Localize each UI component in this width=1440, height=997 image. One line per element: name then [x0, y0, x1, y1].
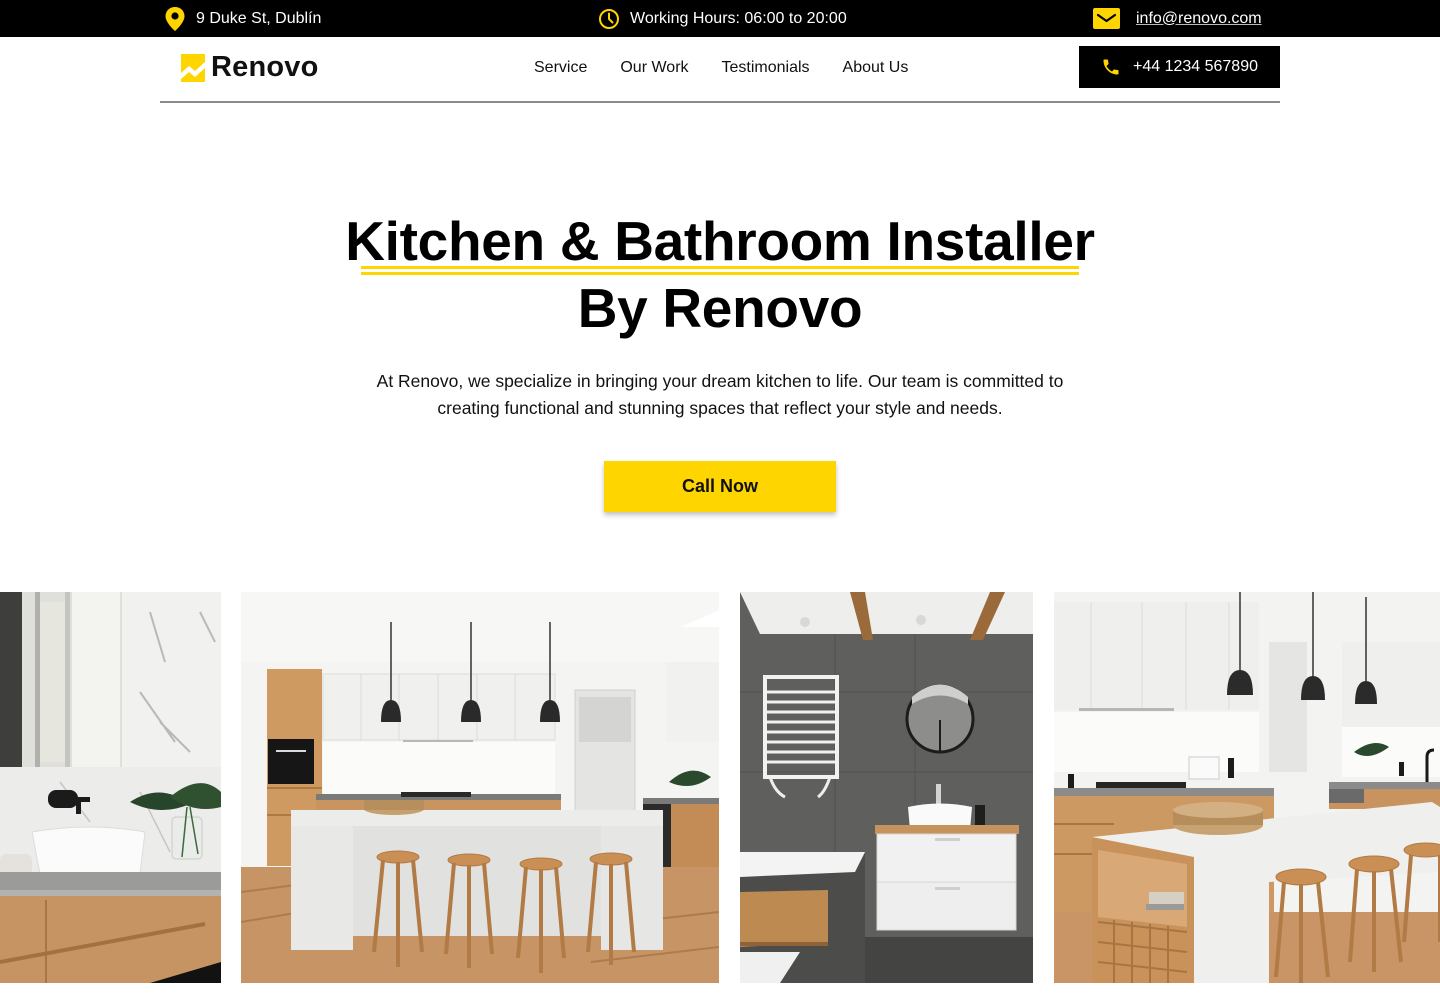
site-header: Renovo Service Our Work Testimonials Abo… [160, 37, 1280, 103]
address-text: 9 Duke St, Dublín [196, 9, 322, 27]
logo-mark-icon [181, 53, 205, 82]
hero-description: At Renovo, we specialize in bringing you… [0, 368, 1440, 422]
phone-button[interactable]: +44 1234 567890 [1079, 46, 1280, 88]
main-nav: Service Our Work Testimonials About Us [534, 37, 908, 99]
hero-description-line1: At Renovo, we specialize in bringing you… [376, 371, 1064, 391]
address-item: 9 Duke St, Dublín [164, 0, 321, 37]
phone-number: +44 1234 567890 [1132, 58, 1258, 75]
nav-item-our-work[interactable]: Our Work [620, 59, 688, 77]
email-link[interactable]: info@renovo.com [1136, 10, 1262, 28]
envelope-icon [1093, 8, 1120, 29]
gallery-image-kitchen-island[interactable] [241, 592, 719, 983]
nav-item-about-us[interactable]: About Us [843, 59, 909, 77]
top-info-bar: 9 Duke St, Dublín Working Hours: 06:00 t… [0, 0, 1440, 37]
nav-item-testimonials[interactable]: Testimonials [722, 59, 810, 77]
logo-text: Renovo [211, 51, 319, 83]
map-pin-icon [164, 6, 186, 32]
email-item: info@renovo.com [1093, 0, 1262, 37]
hours-item: Working Hours: 06:00 to 20:00 [598, 0, 847, 37]
gallery-image-kitchen-wine-rack[interactable] [1054, 592, 1440, 983]
hero-title-line1: Kitchen & Bathroom Installer [345, 210, 1095, 272]
title-underline-decoration [361, 266, 1079, 275]
phone-icon [1101, 57, 1121, 77]
nav-item-service[interactable]: Service [534, 59, 587, 77]
hero-title-line2: By Renovo [577, 277, 863, 339]
hours-text: Working Hours: 06:00 to 20:00 [630, 9, 847, 27]
gallery-image-bathroom-vanity[interactable] [0, 592, 221, 983]
gallery-image-grey-bathroom[interactable] [740, 592, 1033, 983]
hero-description-line2: creating functional and stunning spaces … [437, 398, 1003, 418]
call-now-button[interactable]: Call Now [604, 461, 836, 512]
hero-title: Kitchen & Bathroom Installer By Renovo [0, 208, 1440, 342]
logo[interactable]: Renovo [181, 51, 319, 84]
clock-icon [598, 8, 620, 30]
